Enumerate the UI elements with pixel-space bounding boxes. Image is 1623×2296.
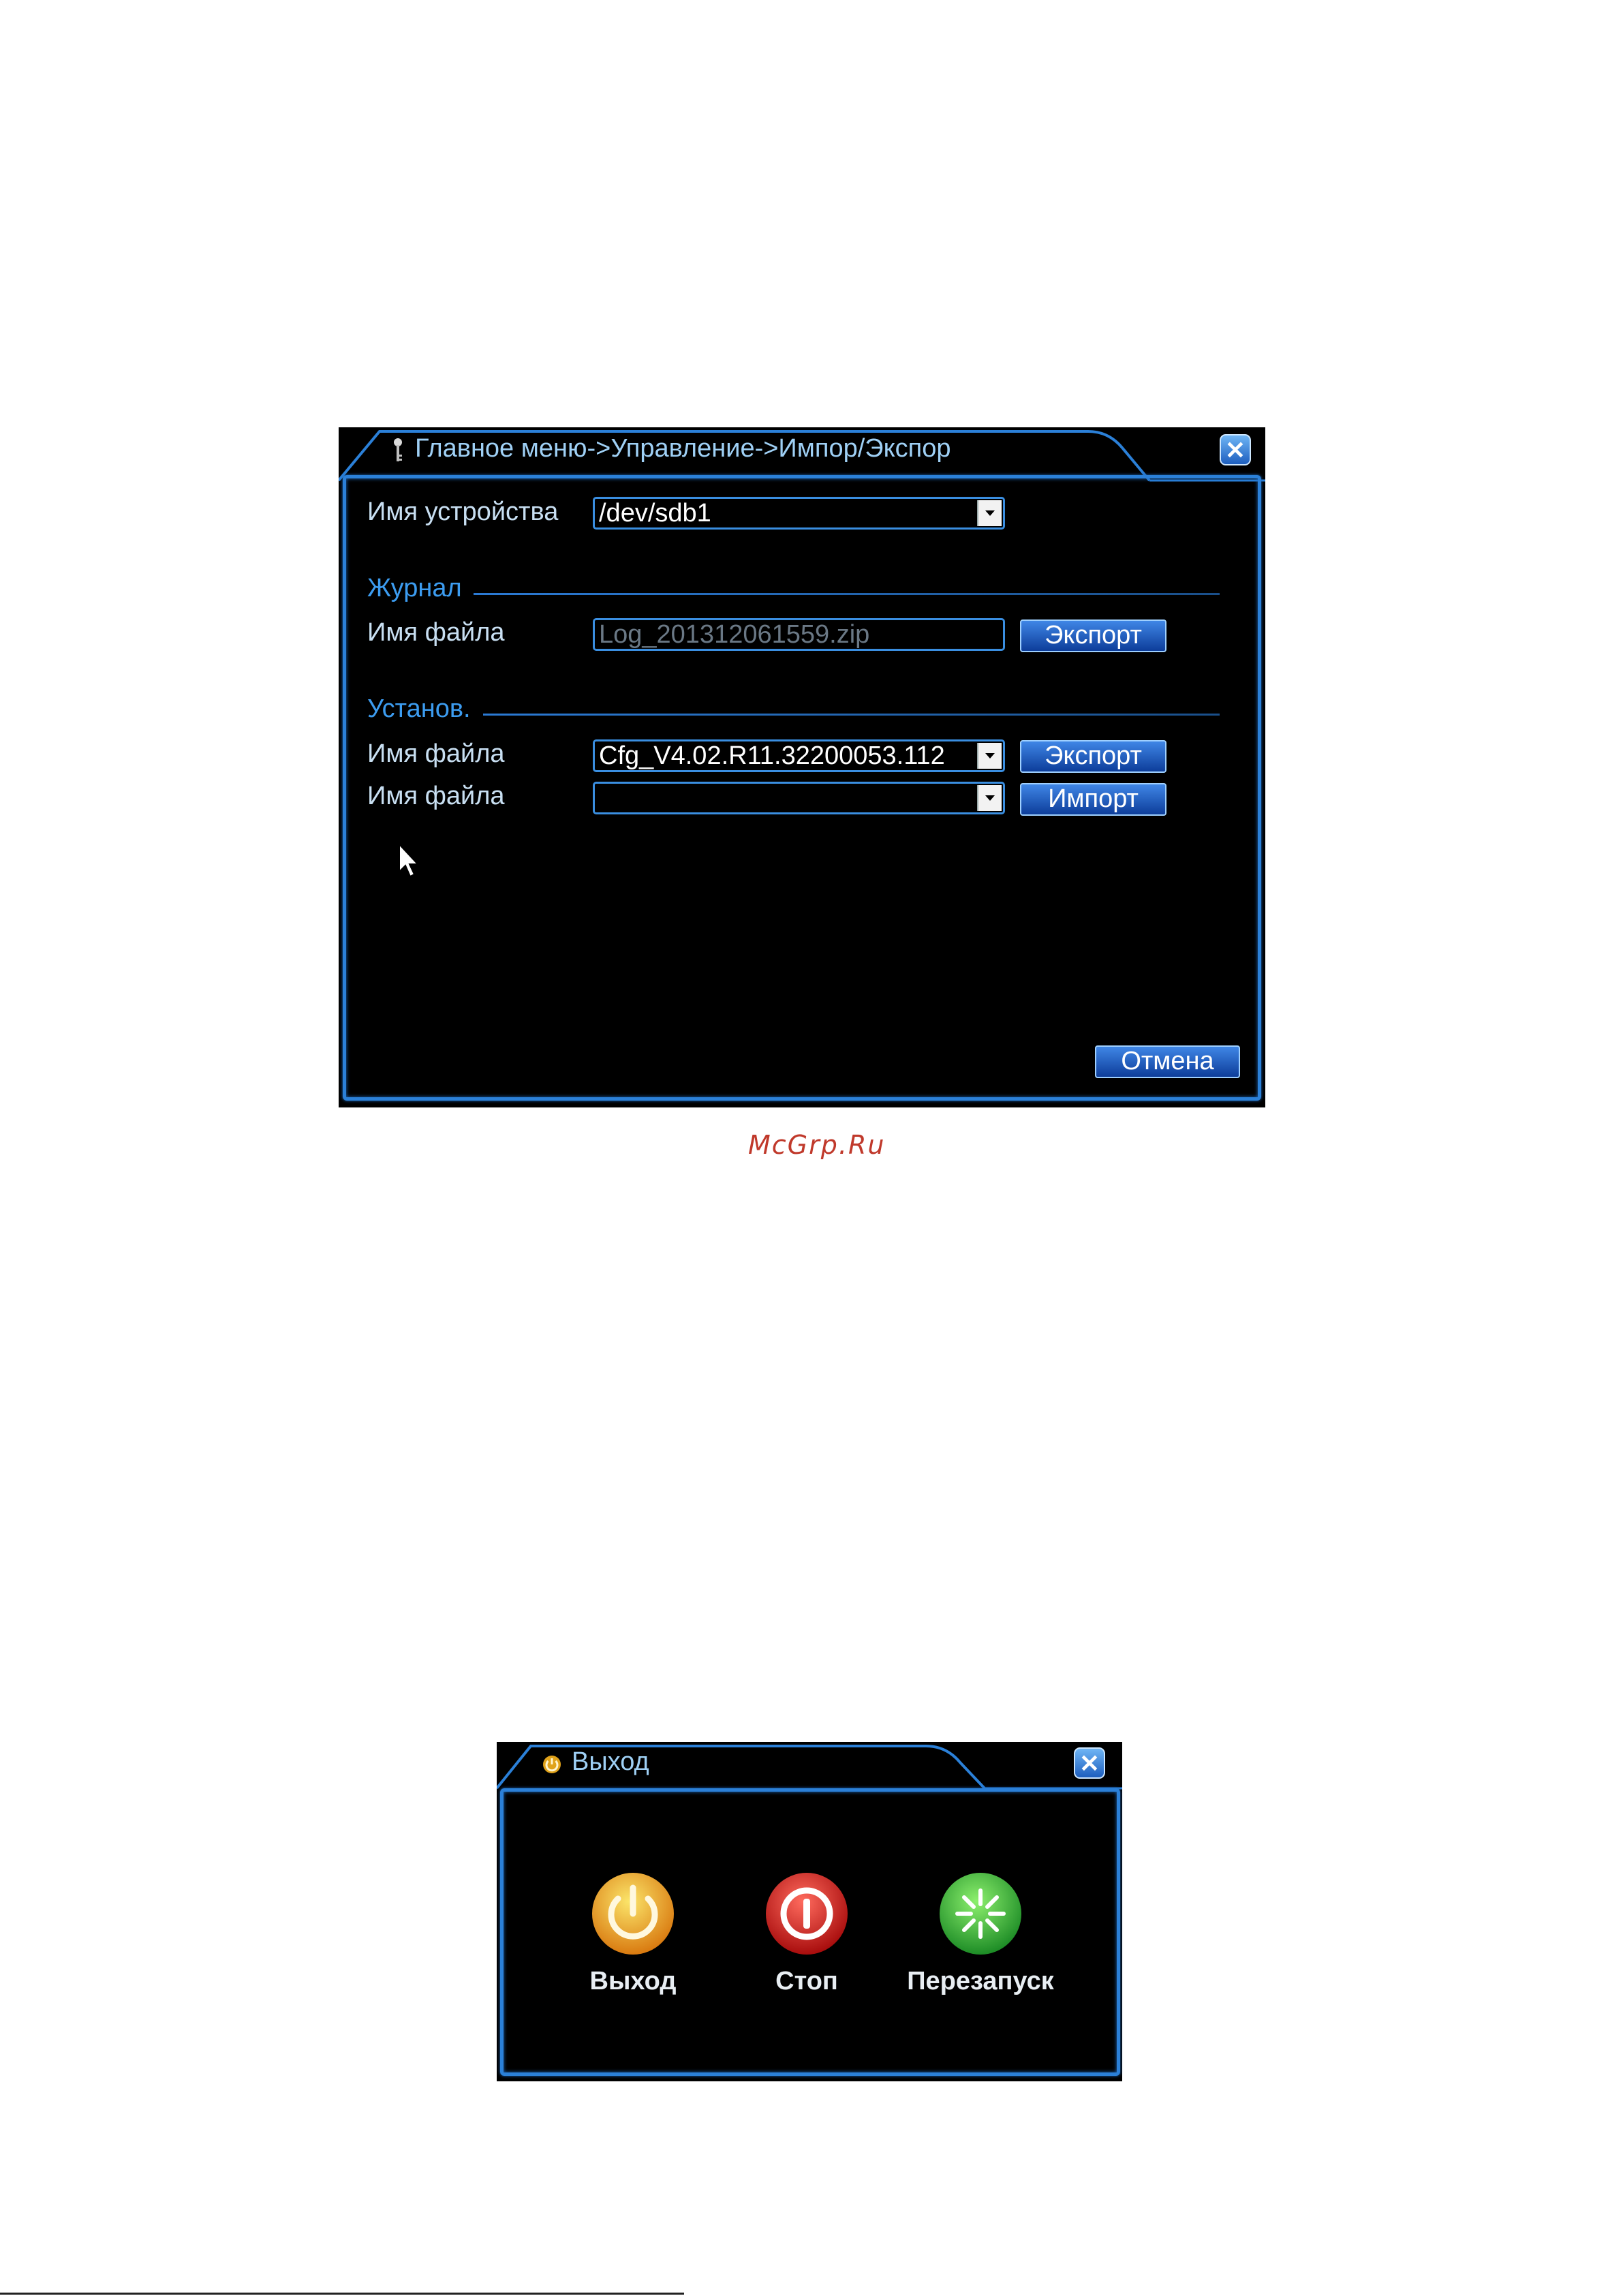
watermark-text: McGrp.Ru: [748, 1130, 886, 1160]
chevron-down-icon[interactable]: [977, 785, 1002, 811]
import-button[interactable]: Импорт: [1020, 783, 1166, 816]
exit-dialog: Выход ✕ Выход Стоп Перезапуск: [497, 1742, 1122, 2081]
setup-section-title: Установ.: [367, 694, 471, 723]
cfg-export-button[interactable]: Экспорт: [1020, 740, 1166, 773]
dialog-title: Выход: [572, 1747, 649, 1776]
cancel-button[interactable]: Отмена: [1095, 1045, 1240, 1078]
close-button[interactable]: ✕: [1074, 1747, 1105, 1779]
cfg-file-value: Cfg_V4.02.R11.32200053.112: [599, 741, 945, 770]
import-file-select[interactable]: [593, 782, 1005, 814]
exit-option-label: Стоп: [775, 1967, 838, 1995]
close-button[interactable]: ✕: [1220, 434, 1251, 465]
import-export-dialog: Главное меню->Управление->Импор/Экспор ✕…: [339, 427, 1265, 1107]
chevron-down-icon[interactable]: [977, 500, 1002, 526]
import-file-label: Имя файла: [367, 782, 505, 810]
cfg-file-label: Имя файла: [367, 739, 505, 768]
chevron-down-icon[interactable]: [977, 743, 1002, 769]
cfg-file-select[interactable]: Cfg_V4.02.R11.32200053.112: [593, 739, 1005, 772]
device-select[interactable]: /dev/sdb1: [593, 497, 1005, 530]
dialog-title: Главное меню->Управление->Импор/Экспор: [415, 434, 951, 463]
exit-option-label: Перезапуск: [907, 1967, 1054, 1995]
power-icon: [592, 1873, 674, 1955]
log-file-label: Имя файла: [367, 618, 505, 647]
mouse-cursor-icon: [399, 843, 420, 878]
power-small-icon: [542, 1754, 562, 1775]
setup-section-divider: [483, 714, 1220, 716]
log-export-button[interactable]: Экспорт: [1020, 619, 1166, 652]
key-icon: [393, 437, 403, 464]
exit-option-stop[interactable]: Стоп: [739, 1871, 875, 2001]
log-file-field: Log_201312061559.zip: [593, 618, 1005, 651]
restart-icon: [940, 1873, 1021, 1955]
device-name-label: Имя устройства: [367, 498, 559, 526]
log-file-value: Log_201312061559.zip: [599, 620, 870, 649]
exit-option-label: Выход: [589, 1967, 677, 1995]
device-select-value: /dev/sdb1: [599, 499, 711, 527]
log-section-title: Журнал: [367, 574, 462, 602]
exit-option-restart[interactable]: Перезапуск: [878, 1871, 1083, 2001]
page-footer-rule: [0, 2293, 684, 2295]
exit-option-logout[interactable]: Выход: [565, 1871, 701, 2001]
log-section-divider: [474, 593, 1220, 595]
stop-icon: [766, 1873, 848, 1955]
